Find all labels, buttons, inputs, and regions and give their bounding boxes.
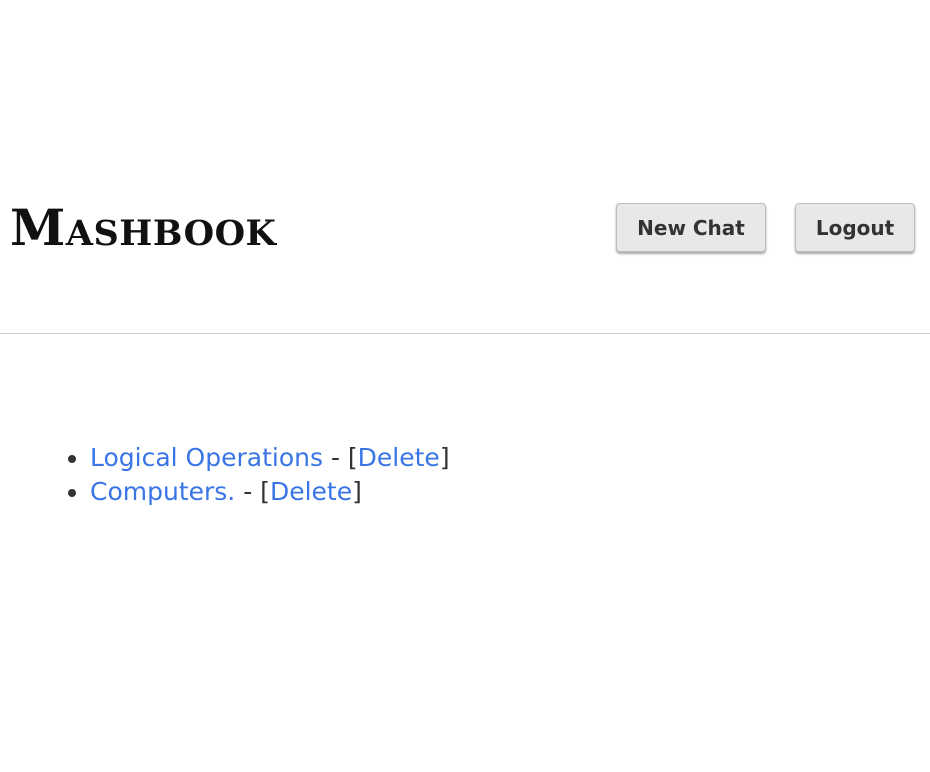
logout-button[interactable]: Logout [795,203,915,252]
app-title: Mashbook [10,198,277,257]
list-item: Logical Operations - [Delete] [90,441,450,475]
chat-list: Logical Operations - [Delete] Computers.… [0,441,450,509]
delete-link[interactable]: Delete [358,443,440,472]
separator-text: - [ [323,443,358,472]
separator-text: - [ [235,477,270,506]
top-header: Mashbook New Chat Logout [0,0,930,334]
new-chat-button[interactable]: New Chat [616,203,766,252]
delete-link[interactable]: Delete [270,477,352,506]
bracket-text: ] [439,443,450,472]
chat-link[interactable]: Computers. [90,477,235,506]
list-item: Computers. - [Delete] [90,475,450,509]
bracket-text: ] [352,477,362,506]
chat-link[interactable]: Logical Operations [90,443,323,472]
